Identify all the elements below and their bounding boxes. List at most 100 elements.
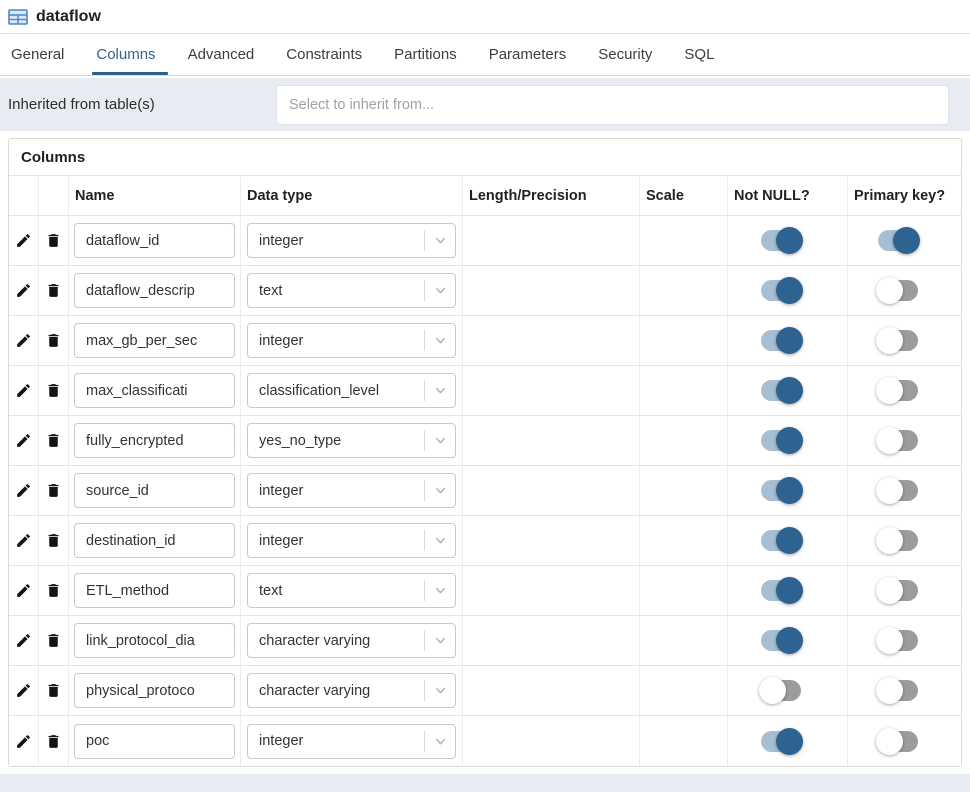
- edit-row-button[interactable]: [9, 416, 38, 465]
- chevron-down-icon[interactable]: [425, 633, 455, 648]
- edit-row-button[interactable]: [9, 216, 38, 265]
- data-type-select[interactable]: yes_no_type: [247, 423, 456, 458]
- column-name-input[interactable]: [74, 473, 235, 508]
- column-name-input[interactable]: [74, 623, 235, 658]
- edit-row-button[interactable]: [9, 466, 38, 515]
- chevron-down-icon[interactable]: [425, 734, 455, 749]
- data-type-select[interactable]: character varying: [247, 673, 456, 708]
- delete-row-button[interactable]: [39, 366, 68, 415]
- not-null-toggle[interactable]: [761, 530, 801, 551]
- data-type-select[interactable]: classification_level: [247, 373, 456, 408]
- not-null-toggle[interactable]: [761, 630, 801, 651]
- chevron-down-icon[interactable]: [425, 283, 455, 298]
- chevron-down-icon[interactable]: [425, 483, 455, 498]
- not-null-toggle[interactable]: [761, 480, 801, 501]
- toggle-knob: [876, 527, 903, 554]
- chevron-down-icon[interactable]: [425, 333, 455, 348]
- delete-row-button[interactable]: [39, 666, 68, 715]
- primary-key-toggle[interactable]: [878, 630, 918, 651]
- toggle-knob: [776, 277, 803, 304]
- not-null-toggle[interactable]: [761, 230, 801, 251]
- tab-security[interactable]: Security: [595, 34, 655, 75]
- delete-row-button[interactable]: [39, 216, 68, 265]
- column-name-input[interactable]: [74, 373, 235, 408]
- toggle-knob: [893, 227, 920, 254]
- primary-key-toggle[interactable]: [878, 330, 918, 351]
- not-null-toggle[interactable]: [761, 430, 801, 451]
- delete-row-button[interactable]: [39, 516, 68, 565]
- edit-row-button[interactable]: [9, 566, 38, 615]
- column-name-input[interactable]: [74, 223, 235, 258]
- not-null-toggle[interactable]: [761, 330, 801, 351]
- primary-key-toggle[interactable]: [878, 430, 918, 451]
- edit-row-button[interactable]: [9, 666, 38, 715]
- edit-row-button[interactable]: [9, 716, 38, 766]
- tab-sql[interactable]: SQL: [681, 34, 717, 75]
- data-type-select[interactable]: integer: [247, 523, 456, 558]
- tab-parameters[interactable]: Parameters: [486, 34, 570, 75]
- delete-row-button[interactable]: [39, 566, 68, 615]
- toggle-knob: [776, 327, 803, 354]
- column-name-input[interactable]: [74, 724, 235, 759]
- inherit-from-input[interactable]: [276, 85, 949, 125]
- delete-row-button[interactable]: [39, 416, 68, 465]
- edit-row-button[interactable]: [9, 266, 38, 315]
- primary-key-toggle[interactable]: [878, 731, 918, 752]
- data-type-select[interactable]: integer: [247, 724, 456, 759]
- header-scale: Scale: [640, 176, 728, 215]
- chevron-down-icon[interactable]: [425, 683, 455, 698]
- not-null-toggle[interactable]: [761, 380, 801, 401]
- primary-key-toggle[interactable]: [878, 380, 918, 401]
- not-null-toggle[interactable]: [761, 280, 801, 301]
- edit-row-button[interactable]: [9, 516, 38, 565]
- data-type-value: text: [248, 583, 424, 599]
- data-type-select[interactable]: integer: [247, 473, 456, 508]
- column-name-input[interactable]: [74, 573, 235, 608]
- delete-row-button[interactable]: [39, 466, 68, 515]
- scale-cell: [640, 416, 728, 465]
- data-type-select[interactable]: text: [247, 273, 456, 308]
- trash-icon: [45, 682, 62, 699]
- primary-key-toggle[interactable]: [878, 530, 918, 551]
- data-type-select[interactable]: integer: [247, 323, 456, 358]
- table-row: text: [9, 266, 961, 316]
- dialog-footer-strip: [0, 774, 970, 792]
- tab-advanced[interactable]: Advanced: [185, 34, 258, 75]
- length-cell: [463, 466, 640, 515]
- chevron-down-icon[interactable]: [425, 583, 455, 598]
- delete-row-button[interactable]: [39, 316, 68, 365]
- primary-key-toggle[interactable]: [878, 480, 918, 501]
- tab-partitions[interactable]: Partitions: [391, 34, 460, 75]
- delete-row-button[interactable]: [39, 266, 68, 315]
- chevron-down-icon[interactable]: [425, 533, 455, 548]
- column-name-input[interactable]: [74, 523, 235, 558]
- delete-row-button[interactable]: [39, 716, 68, 766]
- edit-row-button[interactable]: [9, 316, 38, 365]
- column-name-input[interactable]: [74, 323, 235, 358]
- column-name-input[interactable]: [74, 423, 235, 458]
- delete-row-button[interactable]: [39, 616, 68, 665]
- primary-key-toggle[interactable]: [878, 580, 918, 601]
- scale-cell: [640, 366, 728, 415]
- edit-row-button[interactable]: [9, 616, 38, 665]
- edit-row-button[interactable]: [9, 366, 38, 415]
- column-name-input[interactable]: [74, 673, 235, 708]
- column-name-input[interactable]: [74, 273, 235, 308]
- primary-key-toggle[interactable]: [878, 680, 918, 701]
- tab-constraints[interactable]: Constraints: [283, 34, 365, 75]
- chevron-down-icon[interactable]: [425, 383, 455, 398]
- primary-key-toggle[interactable]: [878, 280, 918, 301]
- data-type-select[interactable]: character varying: [247, 623, 456, 658]
- tab-general[interactable]: General: [8, 34, 67, 75]
- not-null-toggle[interactable]: [761, 680, 801, 701]
- table-row: text: [9, 566, 961, 616]
- not-null-toggle[interactable]: [761, 731, 801, 752]
- data-type-select[interactable]: text: [247, 573, 456, 608]
- tab-columns[interactable]: Columns: [93, 34, 158, 75]
- primary-key-toggle[interactable]: [878, 230, 918, 251]
- length-cell: [463, 416, 640, 465]
- chevron-down-icon[interactable]: [425, 233, 455, 248]
- chevron-down-icon[interactable]: [425, 433, 455, 448]
- not-null-toggle[interactable]: [761, 580, 801, 601]
- data-type-select[interactable]: integer: [247, 223, 456, 258]
